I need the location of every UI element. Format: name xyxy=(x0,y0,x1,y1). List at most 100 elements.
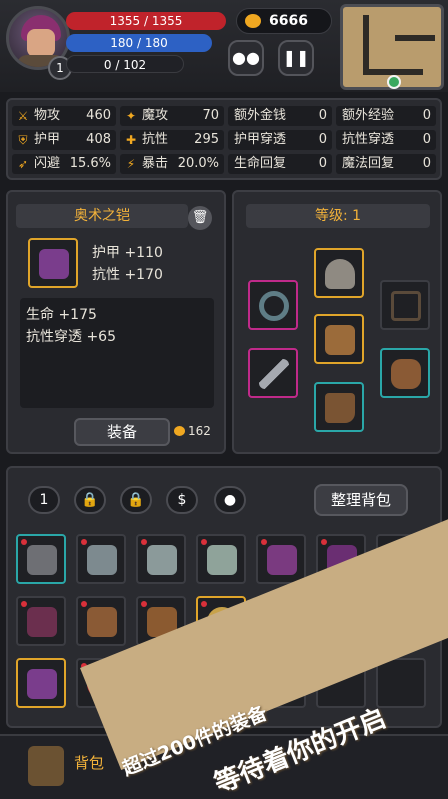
gloves-icon xyxy=(147,545,177,575)
stat-label: 护甲穿透 xyxy=(234,132,287,147)
chain-icon xyxy=(391,291,421,321)
new-item-dot xyxy=(81,601,87,607)
item-preview-slot xyxy=(28,238,78,288)
sell-filter-button[interactable]: $ xyxy=(166,486,198,514)
inventory-slot[interactable] xyxy=(16,658,66,708)
minimap[interactable] xyxy=(340,4,444,90)
stat-label: 魔攻 xyxy=(142,108,169,123)
stat-row: 抗性穿透 0 xyxy=(336,130,436,150)
discard-button[interactable]: 🗑 xyxy=(188,206,212,230)
inventory-slot[interactable] xyxy=(256,534,306,584)
stat-row: ➶ 闪避 15.6% xyxy=(12,154,116,174)
weapon-slot[interactable] xyxy=(248,348,298,398)
inventory-slot[interactable] xyxy=(16,534,66,584)
boots-slot[interactable] xyxy=(314,382,364,432)
stat-label: 物攻 xyxy=(34,108,61,123)
inventory-slot[interactable] xyxy=(136,534,186,584)
armor-slot[interactable] xyxy=(314,314,364,364)
stat-row: ⚡ 暴击 20.0% xyxy=(120,154,224,174)
hp-bar: 1355 / 1355 xyxy=(66,12,226,30)
stat-value: 460 xyxy=(86,108,111,123)
boots-icon xyxy=(207,545,237,575)
sort-inventory-button[interactable]: 整理背包 xyxy=(314,484,408,516)
backpack-icon[interactable] xyxy=(28,746,64,786)
armor-icon xyxy=(27,669,57,699)
new-item-dot xyxy=(201,601,207,607)
lock-icon: 🔒 xyxy=(81,492,99,508)
stat-row: ✦ 魔攻 70 xyxy=(120,106,224,126)
stat-value: 0 xyxy=(422,132,431,147)
stat-label: 抗性穿透 xyxy=(342,132,395,147)
helmet-icon xyxy=(87,607,117,637)
stat-label: 护甲 xyxy=(34,132,61,147)
inventory-slot[interactable] xyxy=(376,658,426,708)
item-main-stat-1: 护甲 +110 xyxy=(92,245,163,261)
stat-value: 0 xyxy=(318,132,327,147)
ring-slot[interactable] xyxy=(248,280,298,330)
pet-icon: ● xyxy=(223,492,237,508)
helmet-slot[interactable] xyxy=(314,248,364,298)
stat-row: ⛨ 护甲 408 xyxy=(12,130,116,150)
stat-value: 20.0% xyxy=(177,156,219,171)
pet-button[interactable]: ●● xyxy=(228,40,264,76)
armor-item-icon xyxy=(39,249,69,279)
inventory-page-button[interactable]: 1 xyxy=(28,486,60,514)
stat-row: ✚ 抗性 295 xyxy=(120,130,224,150)
armor-icon xyxy=(87,545,117,575)
new-item-dot xyxy=(21,539,27,545)
helmet-icon xyxy=(325,259,355,289)
equip-button[interactable]: 装备 xyxy=(74,418,170,446)
item-name: 奥术之铠 xyxy=(16,204,188,228)
stat-row: 魔法回复 0 xyxy=(336,154,436,174)
inventory-slot[interactable] xyxy=(196,534,246,584)
hood-icon xyxy=(267,545,297,575)
item-detail-panel: 奥术之铠 🗑 护甲 +110 抗性 +170 生命 +175 抗性穿透 +65 … xyxy=(6,190,226,454)
locked-page-button-1[interactable]: 🔒 xyxy=(74,486,106,514)
new-item-dot xyxy=(321,539,327,545)
inventory-slot[interactable] xyxy=(16,596,66,646)
lock-icon: 🔒 xyxy=(127,492,145,508)
helmet-icon xyxy=(27,545,57,575)
new-item-dot xyxy=(201,539,207,545)
stat-value: 0 xyxy=(318,156,327,171)
item-extra-stat-2: 抗性穿透 +65 xyxy=(26,329,116,345)
trash-icon: 🗑 xyxy=(191,210,209,225)
stat-value: 295 xyxy=(194,132,219,147)
equipment-level: 等级: 1 xyxy=(246,204,430,228)
ring-icon xyxy=(259,291,289,321)
stat-label: 抗性 xyxy=(142,132,169,147)
stat-row: 额外金钱 0 xyxy=(228,106,332,126)
stat-label: 生命回复 xyxy=(234,156,287,171)
pause-button[interactable]: ❚❚ xyxy=(278,40,314,76)
item-extra-stats: 生命 +175 抗性穿透 +65 xyxy=(20,298,214,408)
top-hud: 1 1355 / 1355 180 / 180 0 / 102 6666 ●● … xyxy=(0,0,448,92)
stat-value: 15.6% xyxy=(69,156,111,171)
sword-icon: ⚔ xyxy=(17,109,29,123)
backpack-tab-label[interactable]: 背包 xyxy=(74,752,104,773)
xp-bar: 0 / 102 xyxy=(66,55,184,73)
new-item-dot xyxy=(21,601,27,607)
stat-value: 0 xyxy=(422,156,431,171)
inventory-slot[interactable] xyxy=(76,596,126,646)
mp-bar: 180 / 180 xyxy=(66,34,212,52)
pet-icon: ●● xyxy=(232,48,260,67)
inventory-slot[interactable] xyxy=(76,534,126,584)
stat-value: 70 xyxy=(202,108,219,123)
coin-icon xyxy=(174,426,185,436)
stat-label: 暴击 xyxy=(142,156,169,171)
necklace-slot[interactable] xyxy=(380,280,430,330)
stat-value: 0 xyxy=(422,108,431,123)
armor-icon: ⛨ xyxy=(18,133,28,147)
pet-filter-button[interactable]: ● xyxy=(214,486,246,514)
locked-page-button-2[interactable]: 🔒 xyxy=(120,486,152,514)
gloves-icon xyxy=(391,359,421,389)
crit-icon: ⚡ xyxy=(126,157,136,171)
gloves-slot[interactable] xyxy=(380,348,430,398)
stat-label: 闪避 xyxy=(34,156,61,171)
pause-icon: ❚❚ xyxy=(282,48,310,67)
new-item-dot xyxy=(81,539,87,545)
gold-value: 6666 xyxy=(269,13,308,29)
boots-icon xyxy=(325,393,355,423)
coin-icon xyxy=(245,14,261,28)
new-item-dot xyxy=(141,539,147,545)
